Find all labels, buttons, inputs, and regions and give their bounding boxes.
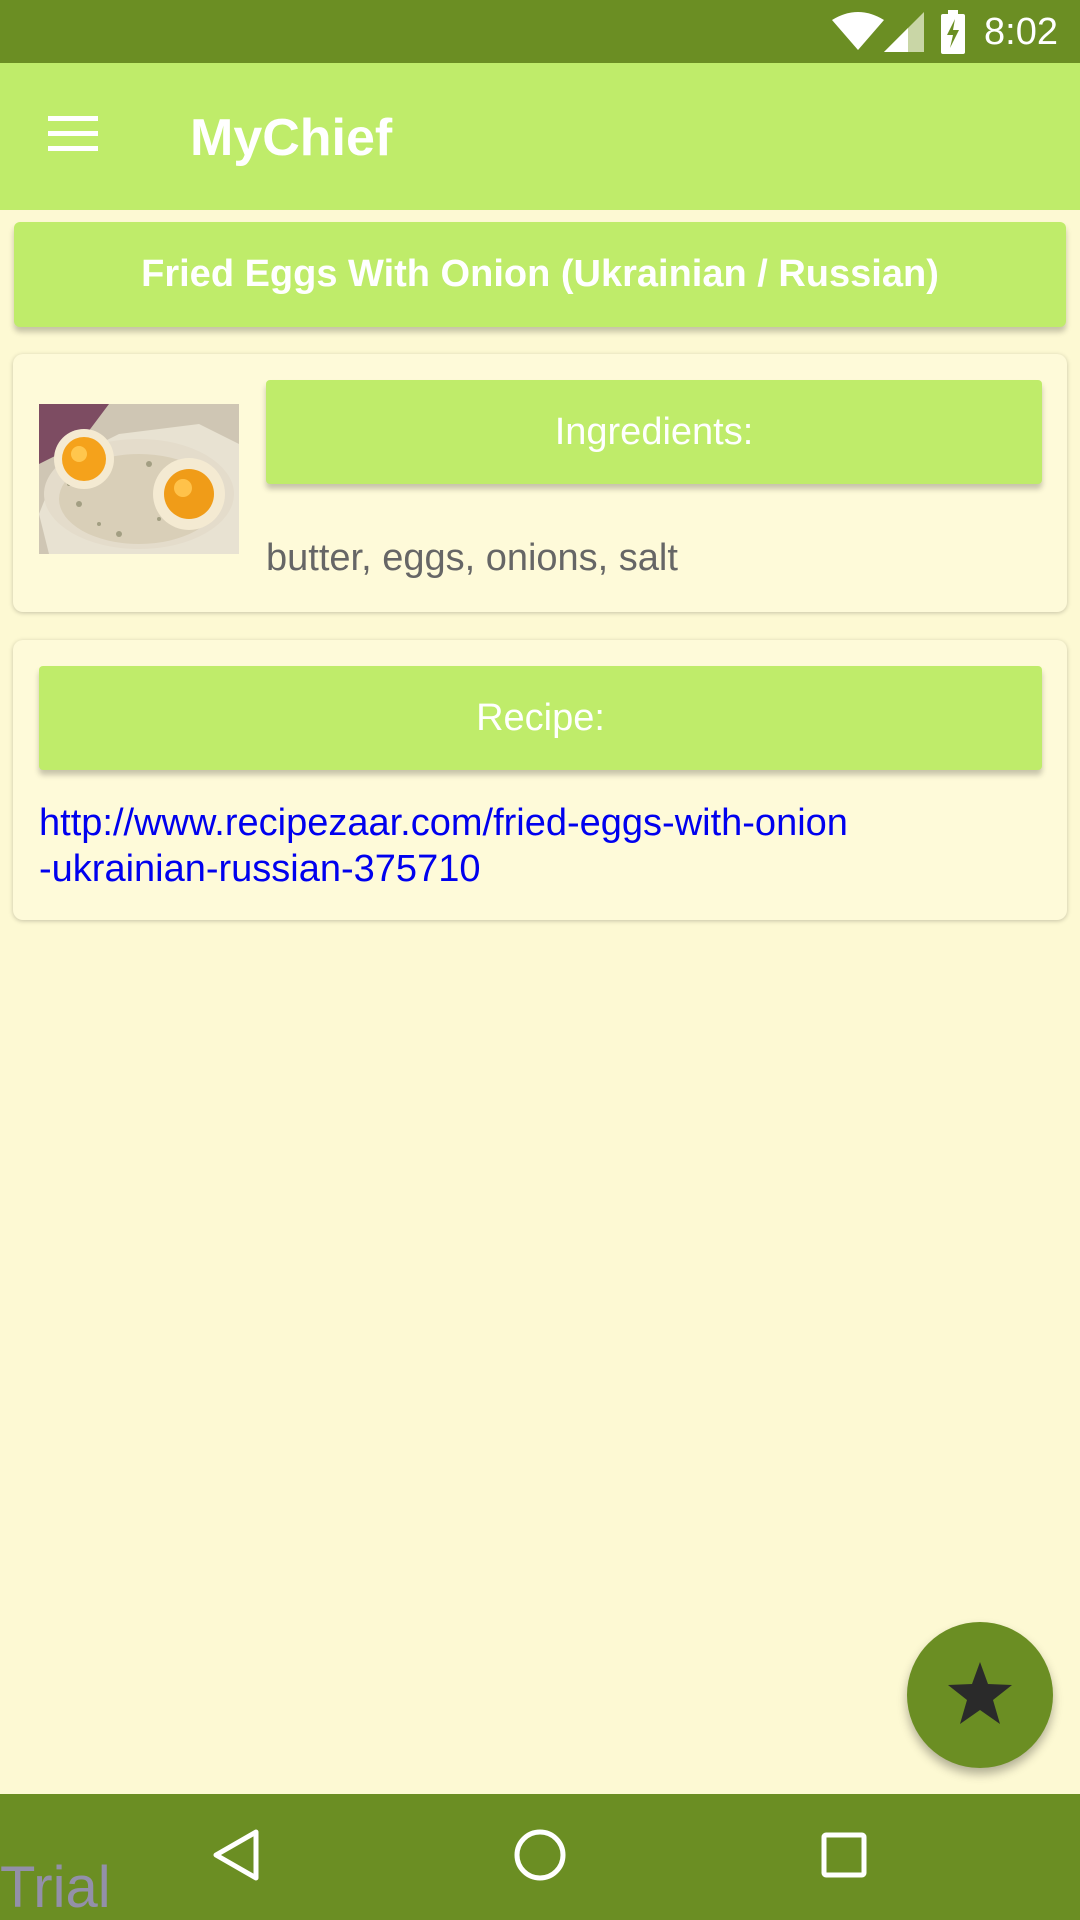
navigation-bar: Trial	[0, 1794, 1080, 1920]
trial-watermark: Trial	[0, 1855, 111, 1920]
hamburger-menu-icon	[48, 115, 98, 157]
battery-charging-icon	[939, 10, 967, 59]
home-icon	[513, 1828, 567, 1887]
home-button[interactable]	[502, 1819, 578, 1895]
recipe-title-button[interactable]: Fried Eggs With Onion (Ukrainian / Russi…	[14, 222, 1066, 327]
back-icon	[212, 1828, 260, 1887]
recipe-link-line-2: -ukrainian-russian-375710	[39, 848, 481, 890]
cell-signal-icon	[884, 12, 924, 57]
favorite-button[interactable]	[907, 1622, 1053, 1768]
back-button[interactable]	[198, 1819, 274, 1895]
wifi-icon	[832, 12, 884, 57]
recipe-header[interactable]: Recipe:	[39, 666, 1042, 770]
recipe-photo[interactable]	[39, 404, 239, 554]
ingredients-list: butter, eggs, onions, salt	[266, 537, 678, 579]
recents-button[interactable]	[806, 1819, 882, 1895]
ingredients-card: Ingredients: butter, eggs, onions, salt	[13, 354, 1067, 612]
status-bar: 8:02	[0, 0, 1080, 63]
recipe-link-line-1: http://www.recipezaar.com/fried-eggs-wit…	[39, 802, 848, 844]
recipe-card: Recipe: http://www.recipezaar.com/fried-…	[13, 640, 1067, 920]
star-icon	[948, 1661, 1012, 1729]
menu-button[interactable]	[40, 103, 106, 169]
ingredients-header[interactable]: Ingredients:	[266, 380, 1042, 484]
clock: 8:02	[984, 11, 1058, 53]
app-title: MyChief	[190, 109, 393, 167]
recents-icon	[820, 1831, 868, 1884]
recipe-link[interactable]: http://www.recipezaar.com/fried-eggs-wit…	[39, 800, 1039, 892]
app-bar: MyChief	[0, 63, 1080, 210]
